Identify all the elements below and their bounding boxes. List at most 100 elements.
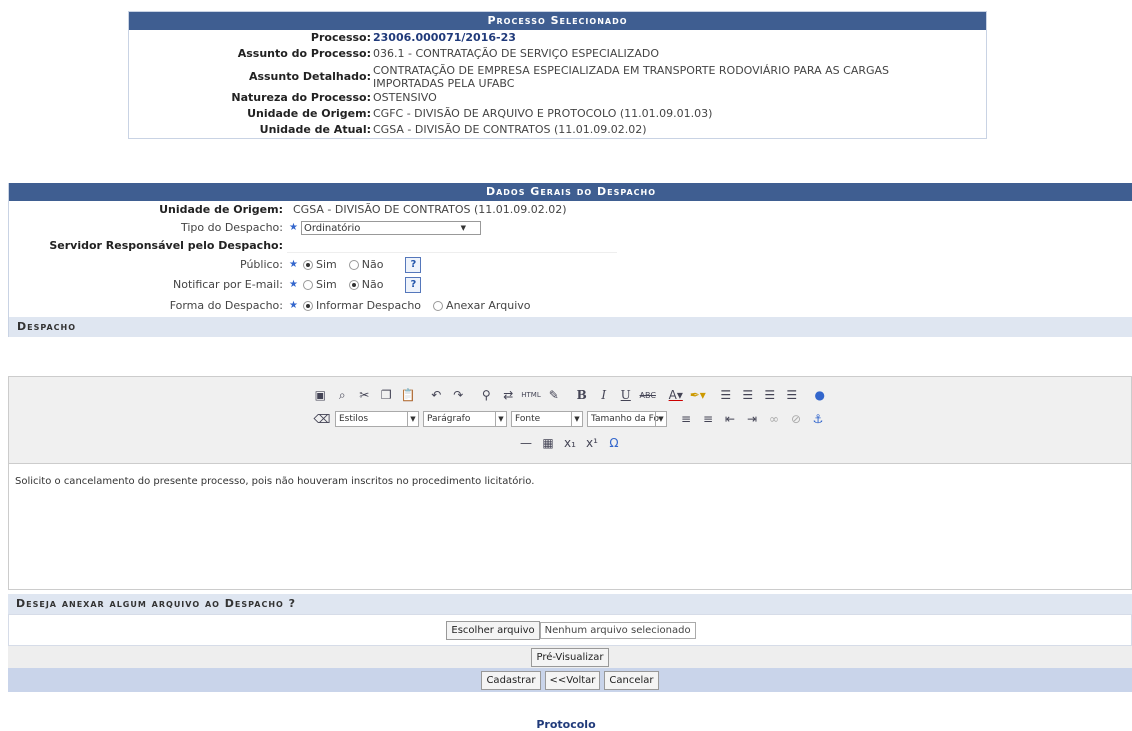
preview-row: Pré-Visualizar (8, 646, 1132, 668)
processo-label: Processo: (310, 31, 371, 44)
unidade-origem-label: Unidade de Origem: (247, 107, 371, 120)
superscript-icon[interactable]: x¹ (583, 436, 601, 450)
tipo-despacho-selected: Ordinatório (303, 223, 361, 234)
publico-sim-radio[interactable] (302, 260, 313, 270)
toolbar-row-2: ⌫ Estilos ▼ Parágrafo ▼ Fonte ▼ Tamanho da … (9, 408, 1131, 430)
unlink-icon[interactable]: ⊘ (787, 412, 805, 426)
dropdown-arrow-icon: ▼ (655, 412, 666, 427)
unidade-origem-despacho-label: Unidade de Origem: (159, 203, 283, 216)
paragrafo-label: Parágrafo (427, 414, 471, 424)
strike-icon[interactable]: ABC (639, 391, 657, 400)
forma-informar-radio[interactable] (302, 301, 313, 311)
bold-icon[interactable]: B (573, 388, 591, 402)
paste-icon[interactable]: 📋 (399, 388, 417, 402)
cancelar-button[interactable]: Cancelar (604, 670, 659, 690)
row-unidade-origem-despacho: Unidade de Origem: CGSA - DIVISÃO DE CON… (9, 201, 1132, 219)
notificar-sim-radio[interactable] (302, 280, 313, 290)
required-star-icon: ★ (289, 222, 298, 233)
redo-icon[interactable]: ↷ (449, 388, 467, 402)
dropdown-arrow-icon: ▼ (571, 412, 582, 427)
link-icon[interactable]: ∞ (765, 412, 783, 426)
unidade-origem-despacho-value: CGSA - DIVISÃO DE CONTRATOS (11.01.09.02… (293, 203, 567, 216)
assunto-value: 036.1 - CONTRATAÇÃO DE SERVIÇO ESPECIALI… (373, 47, 659, 60)
unidade-atual-value: CGSA - DIVISÃO DE CONTRATOS (11.01.09.02… (373, 123, 647, 136)
numbered-list-icon[interactable]: ≡ (677, 412, 695, 426)
highlight-icon[interactable]: ✒▾ (689, 388, 707, 402)
servidor-field[interactable] (287, 240, 617, 253)
eraser-icon[interactable]: ⌫ (313, 412, 331, 426)
forma-anexar-radio[interactable] (433, 301, 444, 311)
row-unidade-origem: Unidade de Origem: CGFC - DIVISÃO DE ARQ… (129, 106, 986, 122)
indent-icon[interactable]: ⇥ (743, 412, 761, 426)
unidade-origem-value: CGFC - DIVISÃO DE ARQUIVO E PROTOCOLO (1… (373, 107, 713, 120)
tipo-despacho-select[interactable]: Ordinatório ▼ (300, 221, 481, 235)
table-icon[interactable]: ▦ (539, 436, 557, 450)
fonte-label: Fonte (515, 414, 541, 424)
processo-selecionado-panel: Processo Selecionado Processo: 23006.000… (128, 11, 987, 139)
publico-label: Público: (240, 258, 283, 271)
help-icon[interactable]: ? (405, 257, 422, 273)
footer-protocolo-link[interactable]: Protocolo (0, 718, 1132, 731)
editor-content[interactable]: Solicito o cancelamento do presente proc… (9, 464, 1131, 499)
cadastrar-button[interactable]: Cadastrar (481, 670, 541, 690)
file-input-row: Escolher arquivo Nenhum arquivo selecion… (8, 614, 1132, 646)
source-icon[interactable]: ▣ (311, 388, 329, 402)
forma-informar-label: Informar Despacho (315, 299, 422, 312)
text-color-icon[interactable]: A▾ (667, 388, 685, 402)
processo-panel-title: Processo Selecionado (129, 12, 986, 30)
notificar-sim-label: Sim (315, 278, 337, 291)
replace-icon[interactable]: ⇄ (499, 388, 517, 402)
italic-icon[interactable]: I (595, 388, 613, 402)
forma-anexar-label: Anexar Arquivo (446, 299, 531, 312)
help-icon[interactable]: ? (405, 277, 422, 293)
undo-icon[interactable]: ↶ (427, 388, 445, 402)
row-assunto: Assunto do Processo: 036.1 - CONTRATAÇÃO… (129, 46, 986, 62)
row-processo: Processo: 23006.000071/2016-23 (129, 30, 986, 46)
required-star-icon: ★ (289, 259, 298, 270)
preview-icon[interactable]: ⌕ (333, 388, 351, 403)
unidade-atual-label: Unidade de Atual: (259, 123, 371, 136)
paragrafo-select[interactable]: Parágrafo ▼ (423, 411, 507, 427)
anchor-icon[interactable]: ⚓ (809, 412, 827, 426)
clean-icon[interactable]: ✎ (545, 388, 563, 402)
row-notificar: Notificar por E-mail: ★ Sim Não ? (9, 275, 1132, 295)
servidor-label: Servidor Responsável pelo Despacho: (49, 239, 283, 252)
row-assunto-detalhado: Assunto Detalhado: CONTRATAÇÃO DE EMPRES… (129, 62, 986, 90)
processo-value: 23006.000071/2016-23 (373, 31, 516, 44)
subscript-icon[interactable]: x₁ (561, 436, 579, 450)
underline-icon[interactable]: U (617, 388, 635, 402)
align-left-icon[interactable]: ☰ (717, 388, 735, 402)
align-right-icon[interactable]: ☰ (761, 388, 779, 402)
row-tipo-despacho: Tipo do Despacho: ★ Ordinatório ▼ (9, 219, 1132, 237)
tamanho-label: Tamanho da Fo (591, 414, 660, 424)
tamanho-select[interactable]: Tamanho da Fo ▼ (587, 411, 667, 427)
special-char-icon[interactable]: Ω (605, 436, 623, 450)
fonte-select[interactable]: Fonte ▼ (511, 411, 583, 427)
file-status-text: Nenhum arquivo selecionado (539, 621, 696, 639)
html-icon[interactable]: HTML (521, 391, 540, 399)
required-star-icon: ★ (289, 279, 298, 290)
horizontal-rule-icon[interactable]: — (517, 436, 535, 450)
copy-icon[interactable]: ❐ (377, 388, 395, 402)
align-center-icon[interactable]: ☰ (739, 388, 757, 402)
row-natureza: Natureza do Processo: OSTENSIVO (129, 90, 986, 106)
assunto-label: Assunto do Processo: (237, 47, 371, 60)
outdent-icon[interactable]: ⇤ (721, 412, 739, 426)
cut-icon[interactable]: ✂ (355, 388, 373, 402)
voltar-button[interactable]: <<Voltar (544, 670, 601, 690)
required-star-icon: ★ (289, 300, 298, 311)
notificar-nao-radio[interactable] (348, 280, 359, 290)
bullet-list-icon[interactable]: ≡ (699, 412, 717, 426)
choose-file-button[interactable]: Escolher arquivo (446, 620, 540, 640)
find-icon[interactable]: ⚲ (477, 388, 495, 402)
row-unidade-atual: Unidade de Atual: CGSA - DIVISÃO DE CONT… (129, 122, 986, 138)
row-servidor: Servidor Responsável pelo Despacho: (9, 237, 1132, 255)
anexo-section-title: Deseja anexar algum arquivo ao Despacho … (8, 594, 1132, 614)
publico-nao-radio[interactable] (348, 260, 359, 270)
preview-button[interactable]: Pré-Visualizar (531, 647, 609, 667)
about-icon[interactable]: ● (811, 388, 829, 402)
align-justify-icon[interactable]: ☰ (783, 388, 801, 402)
publico-sim-label: Sim (315, 258, 337, 271)
actions-row: Cadastrar <<Voltar Cancelar (8, 668, 1132, 692)
estilos-select[interactable]: Estilos ▼ (335, 411, 419, 427)
